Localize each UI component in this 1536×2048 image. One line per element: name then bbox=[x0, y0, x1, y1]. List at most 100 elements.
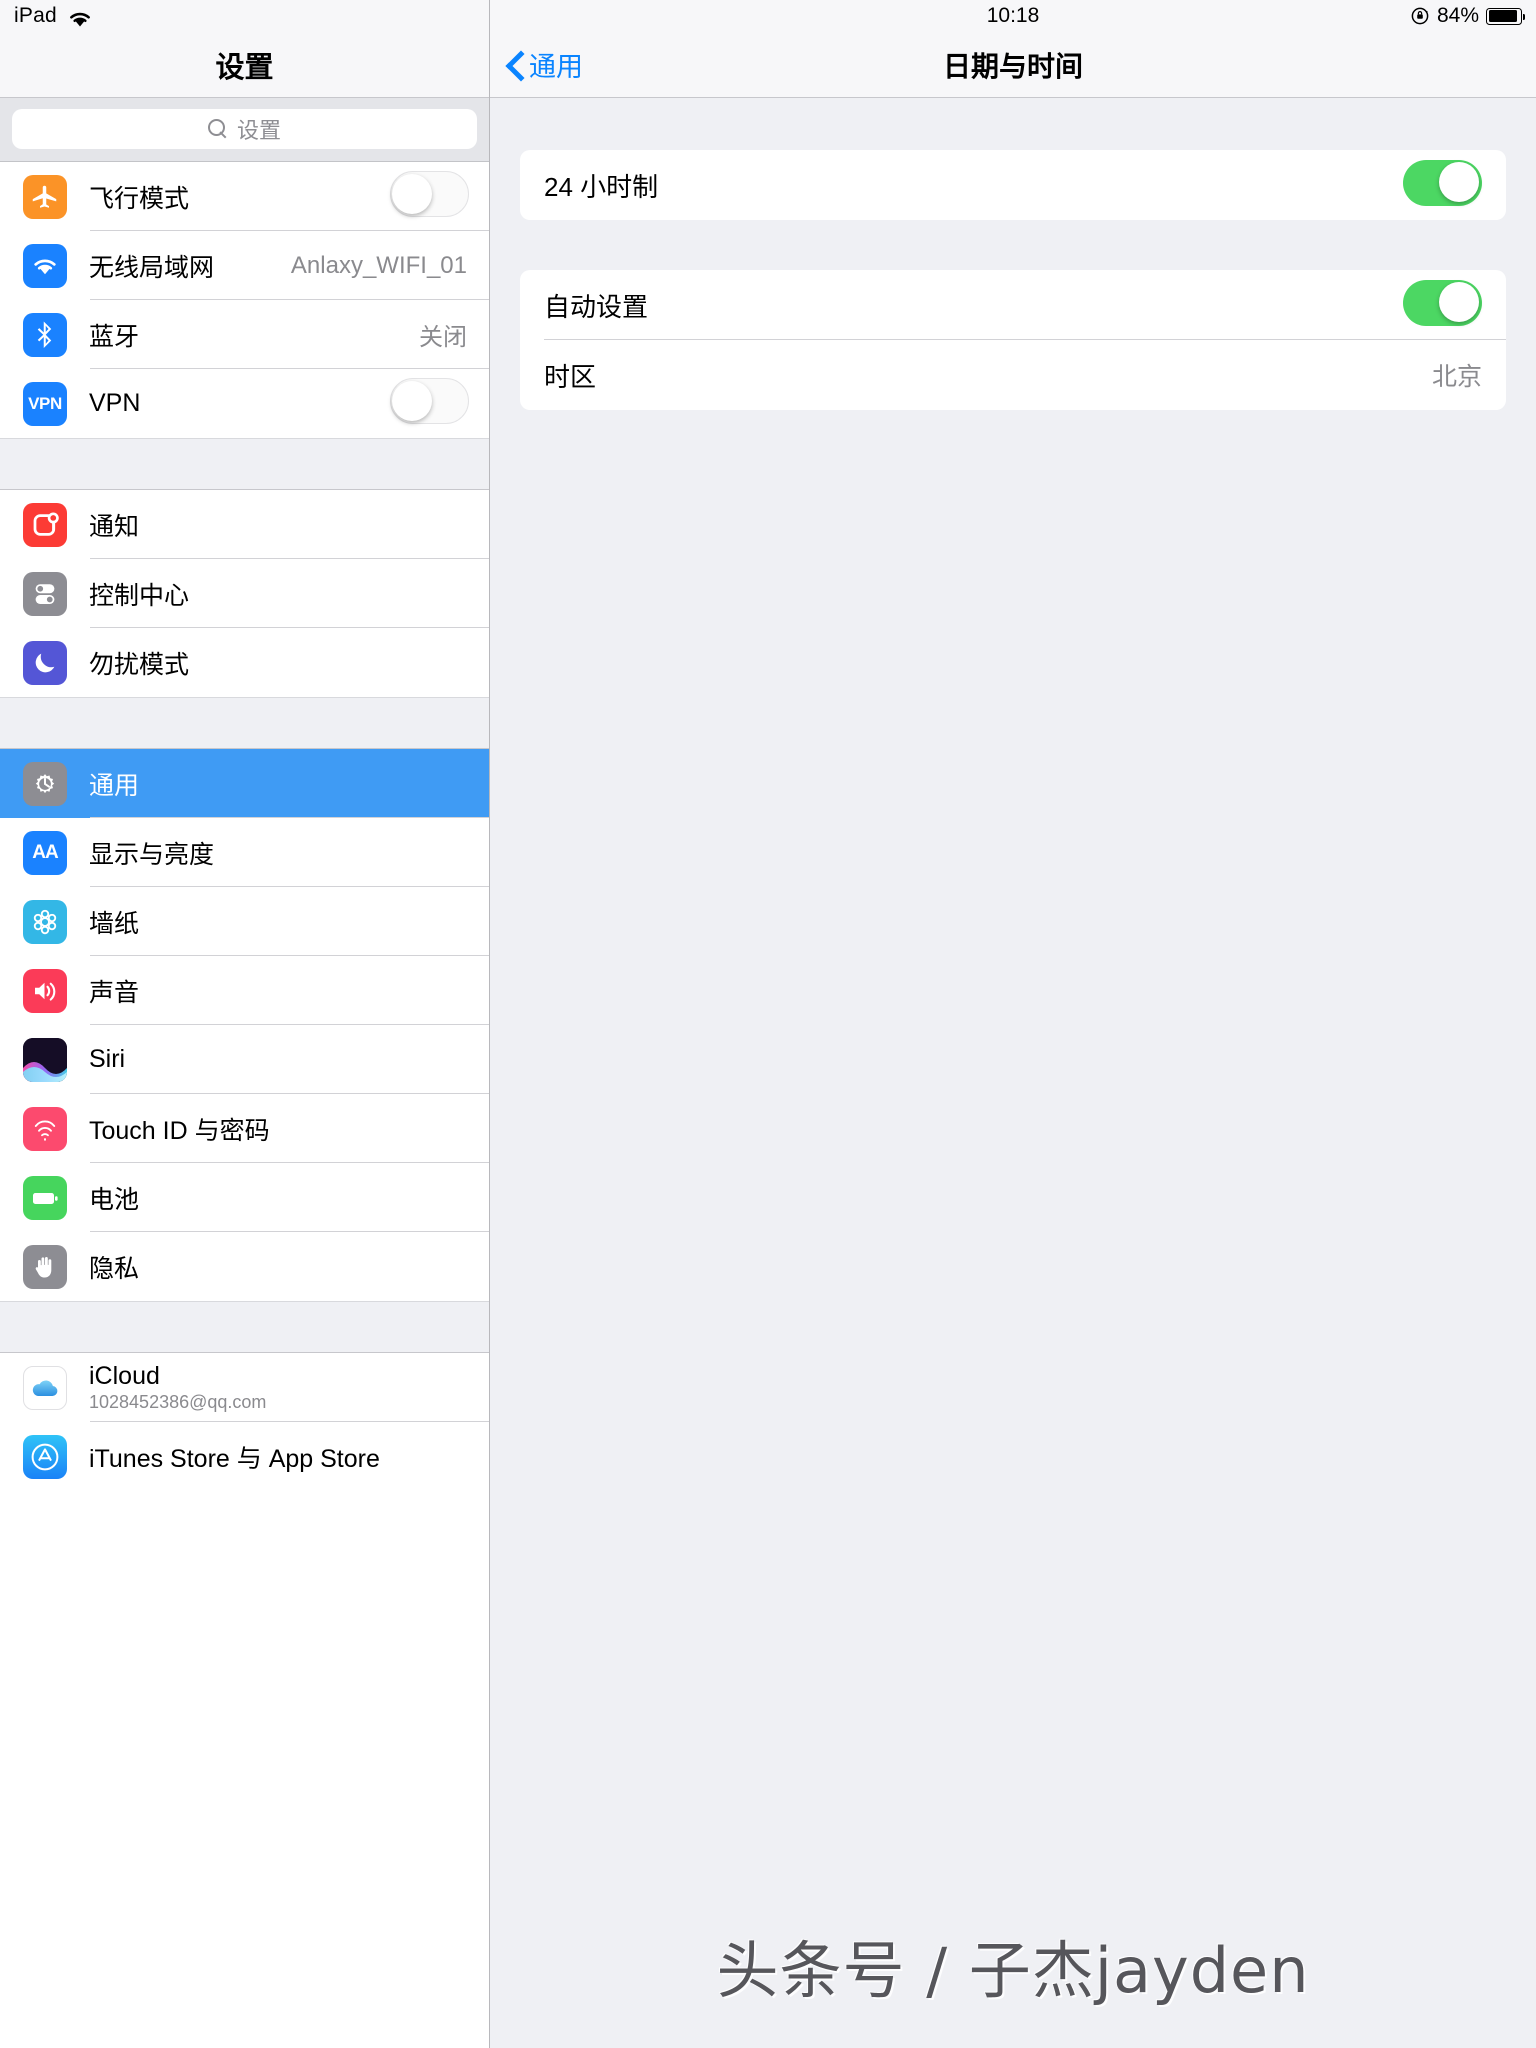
sidebar-item-privacy[interactable]: 隐私 bbox=[0, 1232, 489, 1301]
row-label: 24 小时制 bbox=[544, 171, 659, 202]
sidebar-item-do-not-disturb[interactable]: 勿扰模式 bbox=[0, 628, 489, 697]
sidebar-item-label: 飞行模式 bbox=[89, 184, 190, 213]
sidebar-item-siri[interactable]: Siri bbox=[0, 1025, 489, 1094]
detail-top-spacer bbox=[520, 98, 1506, 150]
sidebar-item-label: 显示与亮度 bbox=[89, 840, 215, 869]
icloud-icon bbox=[23, 1365, 67, 1410]
detail-section-spacer bbox=[520, 220, 1506, 270]
search-input[interactable]: 设置 bbox=[12, 109, 477, 149]
wallpaper-icon bbox=[23, 899, 67, 944]
sidebar-item-bluetooth[interactable]: 蓝牙 关闭 bbox=[0, 300, 489, 369]
sidebar-item-label: iTunes Store 与 App Store bbox=[89, 1444, 380, 1473]
icloud-account-block: iCloud 1028452386@qq.com bbox=[89, 1362, 266, 1414]
rotation-lock-icon bbox=[1410, 6, 1430, 26]
bluetooth-status-value: 关闭 bbox=[419, 324, 467, 351]
vpn-icon: VPN bbox=[23, 381, 67, 426]
detail-title: 日期与时间 bbox=[942, 50, 1083, 82]
search-placeholder: 设置 bbox=[236, 118, 281, 143]
sidebar-item-wifi[interactable]: 无线局域网 Anlaxy_WIFI_01 bbox=[0, 231, 489, 300]
app-store-icon bbox=[23, 1434, 67, 1479]
row-label: 时区 bbox=[544, 361, 597, 392]
sidebar-item-label: 勿扰模式 bbox=[89, 650, 190, 679]
sidebar-item-notifications[interactable]: 通知 bbox=[0, 490, 489, 559]
detail-body: 24 小时制 自动设置 时区 北京 bbox=[490, 98, 1536, 410]
detail-status-bar: 10:18 84% bbox=[490, 0, 1536, 32]
search-bar-container: 设置 bbox=[0, 98, 489, 162]
battery-icon bbox=[23, 1175, 67, 1220]
battery-icon bbox=[1486, 7, 1525, 25]
set-automatically-toggle[interactable] bbox=[1403, 279, 1482, 331]
ipad-settings-screen: iPad 设置 设置 飞行模式 无线局域网 Anlaxy_WIFI_01 蓝牙 … bbox=[0, 0, 1536, 2048]
do-not-disturb-icon bbox=[23, 640, 67, 685]
battery-percent-label: 84% bbox=[1436, 4, 1479, 27]
sidebar-item-airplane-mode[interactable]: 飞行模式 bbox=[0, 162, 489, 231]
search-icon bbox=[207, 119, 228, 139]
watermark-text: 头条号 / 子杰jayden bbox=[716, 1934, 1310, 2007]
section-auto-timezone: 自动设置 时区 北京 bbox=[520, 270, 1506, 410]
sidebar-item-label: 无线局域网 bbox=[89, 253, 215, 282]
sidebar-group-device: 通用 AA 显示与亮度 墙纸 声音 Siri Touch ID 与密码 电池 隐… bbox=[0, 749, 489, 1301]
sidebar-group-accounts: iCloud 1028452386@qq.com iTunes Store 与 … bbox=[0, 1353, 489, 1491]
sidebar-item-label: 蓝牙 bbox=[89, 322, 140, 351]
sidebar-item-itunes-app-store[interactable]: iTunes Store 与 App Store bbox=[0, 1422, 489, 1491]
row-set-automatically[interactable]: 自动设置 bbox=[520, 270, 1506, 340]
carrier-label: iPad bbox=[14, 4, 57, 27]
sidebar-item-label: Siri bbox=[89, 1045, 126, 1073]
gear-icon bbox=[23, 761, 67, 806]
24-hour-toggle[interactable] bbox=[1403, 159, 1482, 211]
time-zone-value: 北京 bbox=[1431, 363, 1482, 391]
sidebar-group-system: 通知 控制中心 勿扰模式 bbox=[0, 490, 489, 697]
sidebar-item-label: 声音 bbox=[89, 978, 140, 1007]
wifi-icon bbox=[23, 243, 67, 288]
sidebar-item-display-brightness[interactable]: AA 显示与亮度 bbox=[0, 818, 489, 887]
row-label: 自动设置 bbox=[544, 291, 649, 322]
sidebar-item-wallpaper[interactable]: 墙纸 bbox=[0, 887, 489, 956]
sidebar-item-label: iCloud bbox=[89, 1361, 160, 1390]
bluetooth-icon bbox=[23, 312, 67, 357]
status-clock: 10:18 bbox=[986, 4, 1040, 27]
sidebar-item-label: 通知 bbox=[89, 512, 140, 541]
icloud-account-email: 1028452386@qq.com bbox=[89, 1391, 267, 1412]
siri-icon bbox=[23, 1037, 67, 1082]
sidebar-item-label: Touch ID 与密码 bbox=[89, 1116, 270, 1145]
settings-sidebar: iPad 设置 设置 飞行模式 无线局域网 Anlaxy_WIFI_01 蓝牙 … bbox=[0, 0, 490, 2048]
airplane-mode-toggle[interactable] bbox=[390, 171, 469, 222]
sidebar-item-label: 墙纸 bbox=[89, 909, 140, 938]
detail-nav-bar: 通用 日期与时间 bbox=[490, 32, 1536, 98]
sidebar-item-touch-id-passcode[interactable]: Touch ID 与密码 bbox=[0, 1094, 489, 1163]
sidebar-item-sounds[interactable]: 声音 bbox=[0, 956, 489, 1025]
sidebar-nav-bar: 设置 bbox=[0, 32, 489, 98]
section-24-hour: 24 小时制 bbox=[520, 150, 1506, 220]
notifications-icon bbox=[23, 502, 67, 547]
back-button[interactable]: 通用 bbox=[508, 45, 583, 84]
sidebar-item-control-center[interactable]: 控制中心 bbox=[0, 559, 489, 628]
airplane-icon bbox=[23, 174, 67, 219]
status-right-group: 84% bbox=[1410, 4, 1525, 28]
sidebar-item-label: 控制中心 bbox=[89, 581, 190, 610]
sidebar-group-gap bbox=[0, 1301, 489, 1353]
sidebar-item-label: VPN bbox=[89, 389, 141, 417]
display-brightness-icon: AA bbox=[23, 830, 67, 875]
sidebar-item-general[interactable]: 通用 bbox=[0, 749, 489, 818]
touch-id-icon bbox=[23, 1106, 67, 1151]
row-24-hour-time[interactable]: 24 小时制 bbox=[520, 150, 1506, 220]
chevron-left-icon bbox=[508, 52, 523, 78]
detail-panel: 10:18 84% 通用 日期与时间 24 小时制 自动设置 时区 北京 头条号… bbox=[490, 0, 1536, 2048]
wifi-network-value: Anlaxy_WIFI_01 bbox=[290, 251, 467, 279]
back-button-label: 通用 bbox=[529, 52, 583, 82]
privacy-icon bbox=[23, 1244, 67, 1289]
row-time-zone[interactable]: 时区 北京 bbox=[520, 340, 1506, 410]
sidebar-item-icloud[interactable]: iCloud 1028452386@qq.com bbox=[0, 1353, 489, 1422]
sidebar-item-battery[interactable]: 电池 bbox=[0, 1163, 489, 1232]
sidebar-item-vpn[interactable]: VPN VPN bbox=[0, 369, 489, 438]
sound-icon bbox=[23, 968, 67, 1013]
sidebar-status-bar: iPad bbox=[0, 0, 489, 32]
wifi-icon bbox=[67, 9, 93, 28]
sidebar-item-label: 电池 bbox=[89, 1185, 140, 1214]
sidebar-item-label: 通用 bbox=[89, 771, 140, 800]
vpn-toggle[interactable] bbox=[390, 378, 469, 429]
sidebar-group-gap bbox=[0, 438, 489, 490]
sidebar-item-label: 隐私 bbox=[89, 1254, 140, 1283]
sidebar-group-connectivity: 飞行模式 无线局域网 Anlaxy_WIFI_01 蓝牙 关闭 VPN VPN bbox=[0, 162, 489, 438]
page-title: 设置 bbox=[215, 51, 274, 84]
